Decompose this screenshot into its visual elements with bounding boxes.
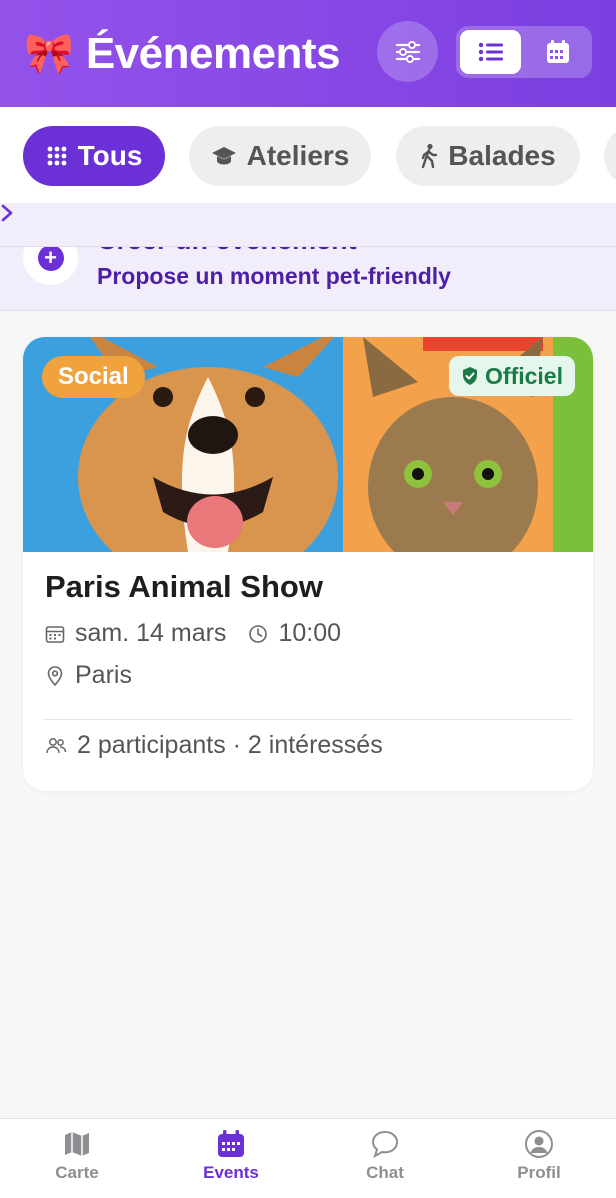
event-time: 10:00: [278, 619, 341, 647]
chip-label: Balades: [448, 140, 556, 171]
map-icon: [65, 1132, 89, 1156]
shield-check-icon: [463, 367, 478, 385]
event-location: Paris: [75, 661, 132, 689]
category-filter-bar: Tous Ateliers Balades: [0, 107, 616, 203]
event-card[interactable]: Social Officiel Paris Animal Show sam. 1…: [23, 337, 593, 791]
chevron-right-icon: [1, 204, 13, 222]
clock-icon: [249, 624, 268, 643]
chip-ateliers[interactable]: Ateliers: [189, 126, 371, 186]
view-toggle: [456, 26, 592, 78]
calendar-icon: [45, 625, 65, 643]
bottom-navigation: Carte Events Chat Profil: [0, 1118, 616, 1198]
filter-button[interactable]: [377, 21, 438, 82]
calendar-icon: [546, 40, 569, 63]
chip-label: Ateliers: [246, 140, 350, 171]
event-title: Paris Animal Show: [45, 569, 323, 604]
tab-label: Carte: [55, 1163, 99, 1182]
event-datetime: sam. 14 mars 10:00: [45, 619, 341, 648]
calendar-view-button[interactable]: [527, 30, 588, 74]
calendar-icon: [218, 1130, 244, 1157]
chip-balades[interactable]: Balades: [396, 126, 580, 186]
official-label: Officiel: [485, 362, 563, 389]
bow-emoji: 🎀: [24, 31, 74, 76]
plus-icon: +: [37, 244, 64, 271]
card-divider: [43, 719, 573, 720]
official-badge: Officiel: [449, 356, 575, 396]
chat-icon: [371, 1130, 399, 1159]
profile-icon: [525, 1130, 553, 1158]
people-icon: [46, 737, 67, 753]
chip-label: Tous: [77, 140, 143, 171]
chip-tous[interactable]: Tous: [23, 126, 165, 186]
tab-label: Events: [203, 1163, 259, 1182]
tab-profil[interactable]: Profil: [462, 1119, 616, 1198]
grid-icon: [47, 146, 66, 166]
create-event-arrow[interactable]: [0, 203, 616, 247]
list-view-button[interactable]: [460, 30, 521, 74]
location-pin-icon: [47, 665, 63, 686]
tab-label: Profil: [517, 1163, 561, 1182]
sliders-icon: [395, 40, 420, 63]
create-event-subtitle: Propose un moment pet-friendly: [97, 263, 451, 289]
graduation-cap-icon: [211, 147, 236, 165]
walking-icon: [422, 143, 438, 169]
chip-more[interactable]: [604, 126, 616, 186]
tab-carte[interactable]: Carte: [0, 1119, 154, 1198]
tab-events[interactable]: Events: [154, 1119, 308, 1198]
event-location-row: Paris: [45, 661, 132, 690]
category-badge: Social: [42, 356, 145, 398]
event-date: sam. 14 mars: [75, 619, 227, 647]
event-attendance-row: 2 participants · 2 intéressés: [45, 731, 383, 760]
tab-label: Chat: [366, 1163, 404, 1182]
event-participants: 2 participants · 2 intéressés: [77, 731, 383, 759]
tab-chat[interactable]: Chat: [308, 1119, 462, 1198]
list-icon: [478, 42, 503, 62]
